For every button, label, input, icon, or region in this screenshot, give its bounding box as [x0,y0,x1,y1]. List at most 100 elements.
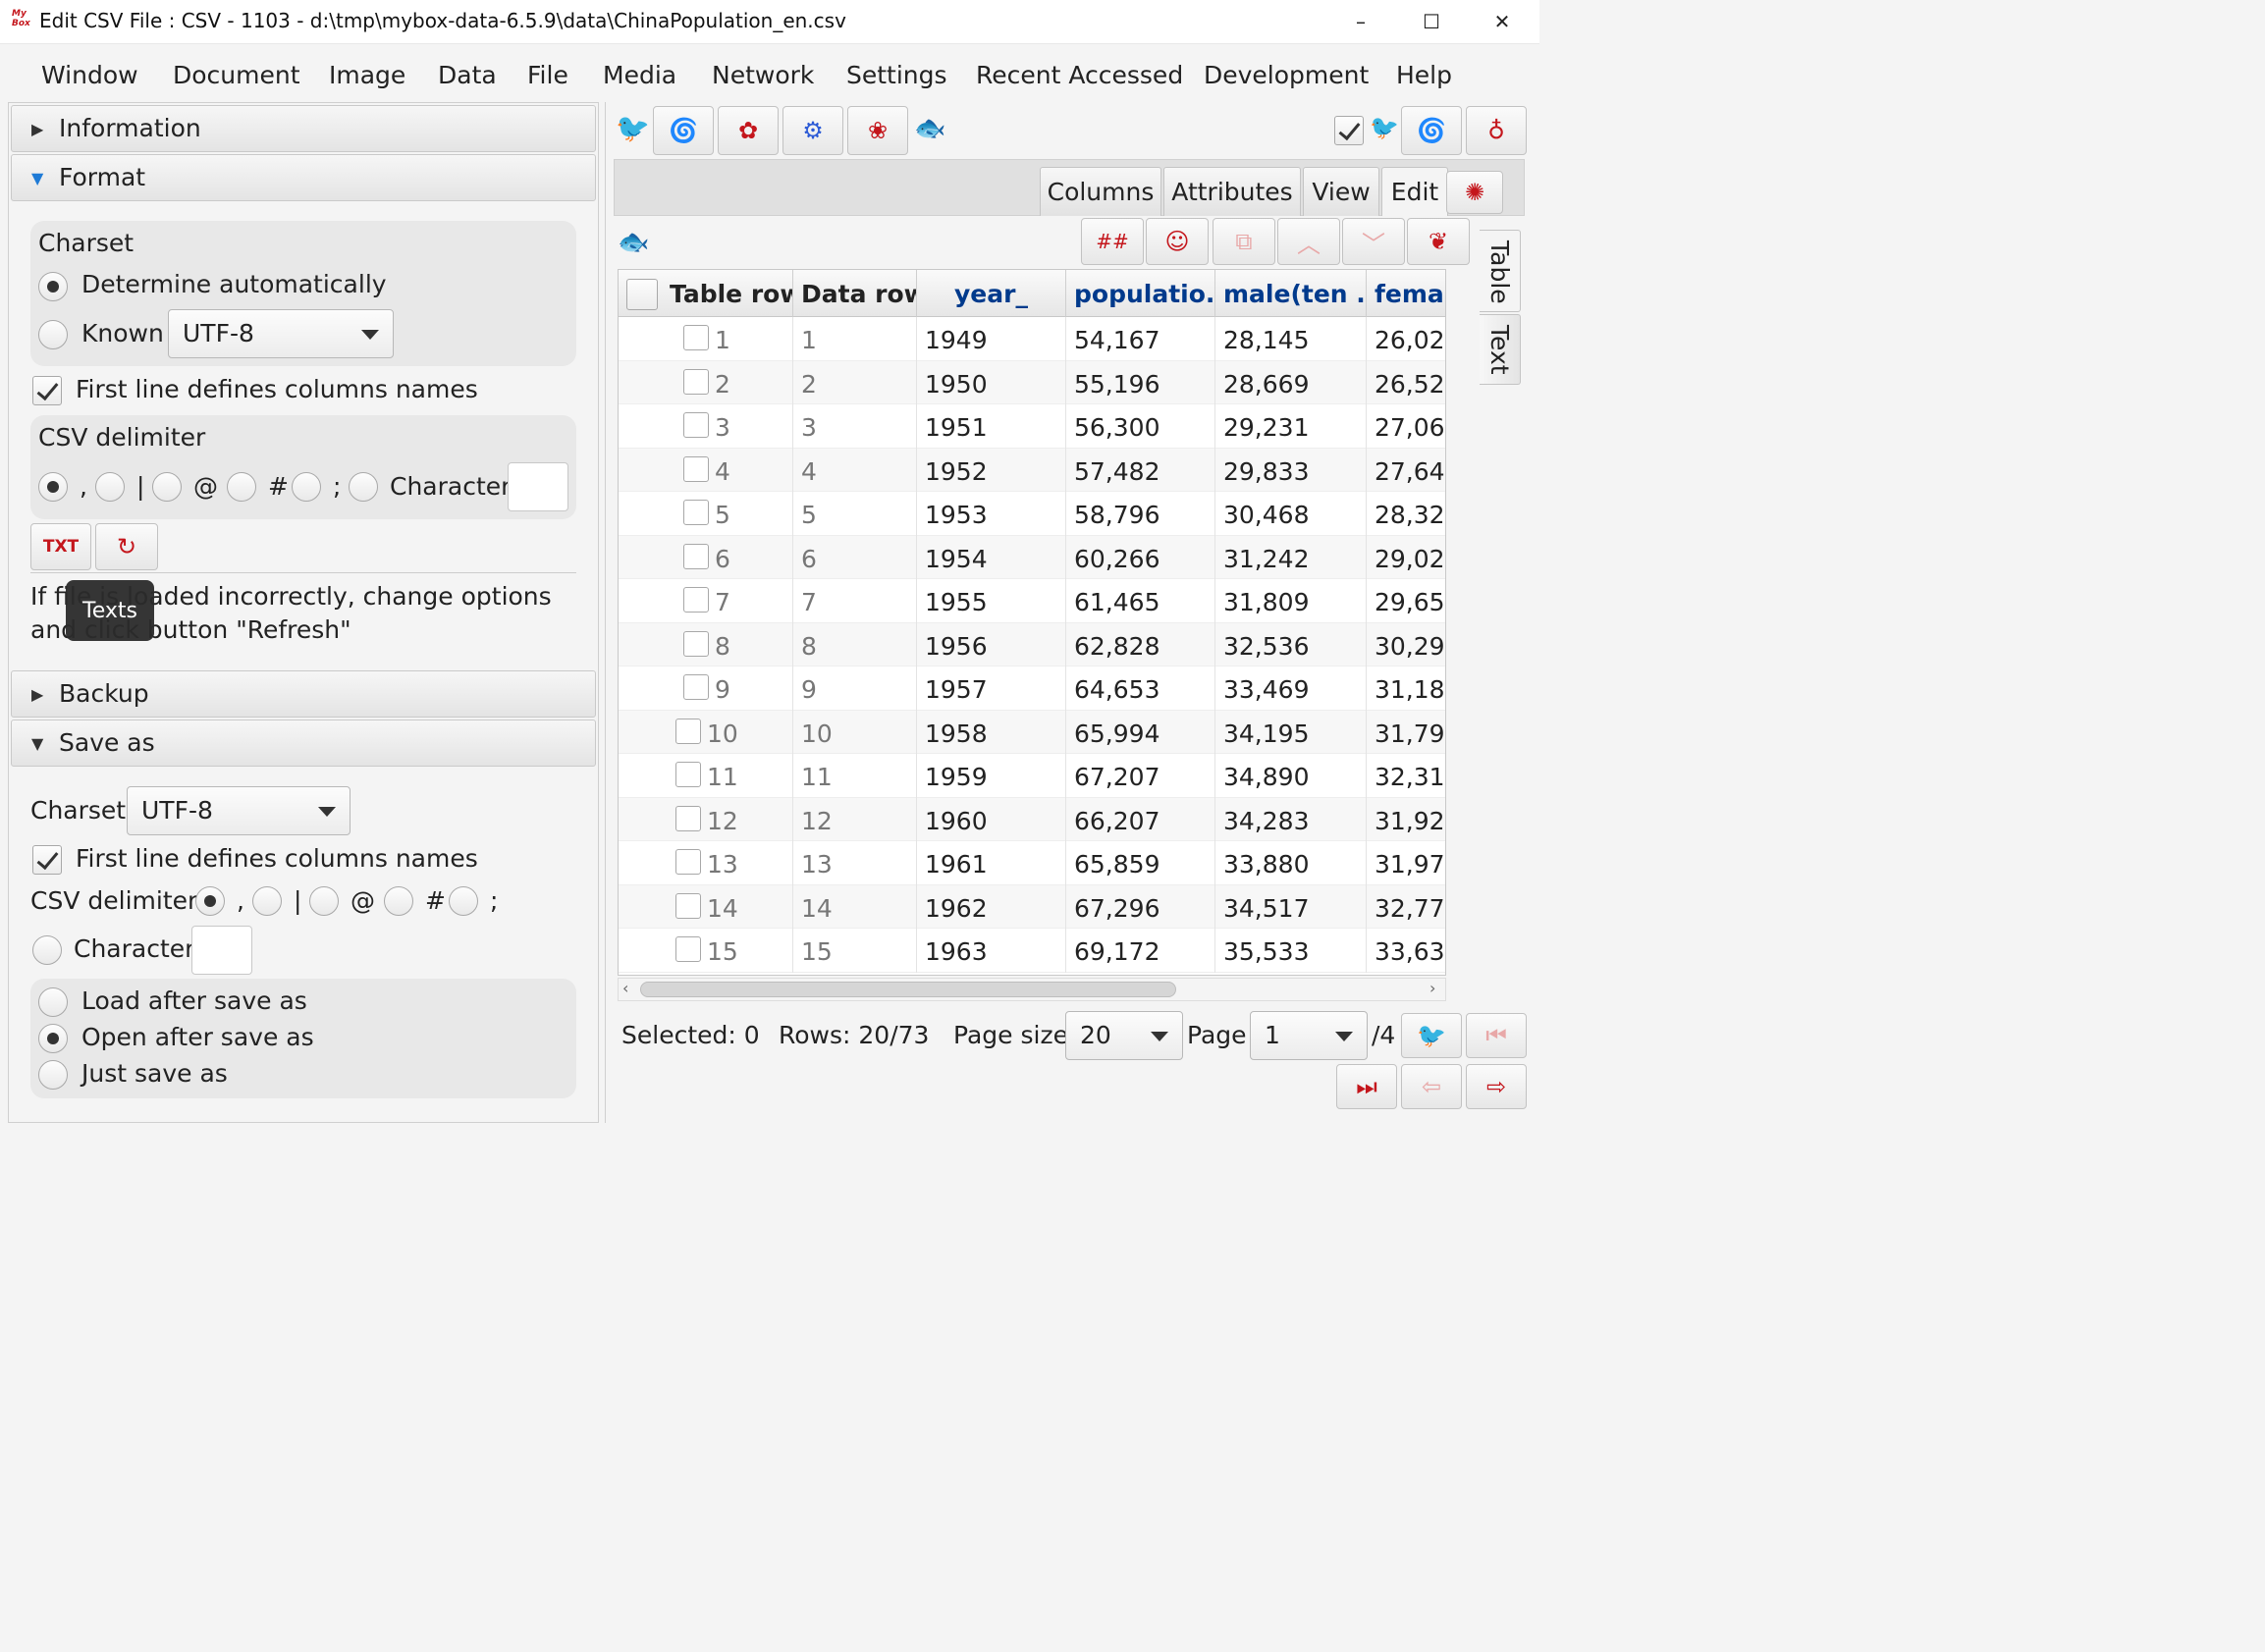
table-cell[interactable]: 27,069 [1367,404,1445,449]
menu-file[interactable]: File [527,61,568,89]
table-cell[interactable]: 31,799 [1367,711,1445,755]
table-cell[interactable]: 31,242 [1215,535,1367,579]
row-checkbox[interactable] [683,630,709,657]
table-cell[interactable]: 34,283 [1215,797,1367,841]
row-checkbox[interactable] [683,368,709,395]
move-down-button[interactable]: ﹀ [1342,218,1405,265]
delimiter-pipe-radio[interactable] [95,472,125,502]
table-cell[interactable]: 32,778 [1367,885,1445,930]
scroll-left-arrow-icon[interactable]: ‹ [622,979,628,997]
row-checkbox[interactable] [683,500,709,525]
save-delimiter-pipe-radio[interactable] [252,886,282,916]
save-delimiter-at-radio[interactable] [309,886,339,916]
row-checkbox[interactable] [675,936,701,962]
tab-attributes[interactable]: Attributes [1163,167,1301,216]
load-after-save-radio[interactable] [38,987,68,1017]
table-cell[interactable]: 34,890 [1215,754,1367,798]
menu-button[interactable]: 🌀 [653,106,714,155]
table-cell[interactable]: 1956 [917,622,1066,666]
table-cell[interactable]: 61,465 [1066,579,1215,623]
data-row-number-cell[interactable]: 3 [793,404,917,449]
table-cell[interactable]: 65,994 [1066,710,1215,754]
delimiter-comma-radio[interactable] [38,472,68,502]
table-cell[interactable]: 1955 [917,579,1066,623]
menu-network[interactable]: Network [712,61,814,89]
add-column-icon[interactable]: + [1445,280,1446,304]
table-cell[interactable]: 54,167 [1066,317,1215,361]
save-delimiter-character-radio[interactable] [32,935,62,965]
just-save-radio[interactable] [38,1060,68,1090]
flower-button[interactable]: ❀ [847,106,908,155]
row-checkbox[interactable] [683,455,709,482]
table-cell[interactable]: 28,328 [1367,492,1445,536]
table-cell[interactable]: 34,195 [1215,710,1367,754]
maximize-button[interactable]: ☐ [1412,6,1451,37]
previous-page-button[interactable]: ⇦ [1401,1064,1462,1109]
save-delimiter-semicolon-radio[interactable] [449,886,478,916]
table-cell[interactable]: 1957 [917,666,1066,711]
table-cell[interactable]: 67,207 [1066,754,1215,798]
table-row[interactable]: 44195257,48229,83327,649 [619,448,1445,492]
table-cell[interactable]: 28,145 [1215,317,1367,361]
known-charset-radio[interactable] [38,320,68,349]
close-button[interactable]: ✕ [1483,6,1522,37]
table-cell[interactable]: 32,317 [1367,754,1445,798]
table-row[interactable]: 1414196267,29634,51732,778 [619,884,1445,930]
panel-toggle-checkbox[interactable] [1334,116,1364,145]
table-cell[interactable]: 65,859 [1066,841,1215,885]
menu-document[interactable]: Document [173,61,300,89]
data-row-number-cell[interactable]: 5 [793,492,917,536]
row-checkbox[interactable] [683,543,709,569]
page-size-select[interactable]: 20 [1065,1011,1183,1060]
swirl-button[interactable]: 🌀 [1401,106,1462,155]
delimiter-hash-radio[interactable] [227,472,256,502]
table-cell[interactable]: 1951 [917,404,1066,449]
move-up-button[interactable]: ︿ [1277,218,1340,265]
row-checkbox[interactable] [683,674,709,700]
table-cell[interactable]: 32,536 [1215,622,1367,666]
save-as-section-header[interactable]: ▼ Save as [11,719,596,767]
column-header-year[interactable]: year_ [917,270,1066,317]
first-page-button[interactable]: ⏮ [1466,1013,1527,1058]
table-cell[interactable]: 31,184 [1367,666,1445,711]
menu-help[interactable]: Help [1396,61,1452,89]
table-cell[interactable]: 66,207 [1066,797,1215,841]
horizontal-scrollbar[interactable]: ‹ › [618,978,1446,1001]
data-row-number-cell[interactable]: 11 [793,754,917,798]
data-row-number-cell[interactable]: 4 [793,448,917,492]
table-cell[interactable]: 31,809 [1215,579,1367,623]
gourd-button[interactable]: ♁ [1466,106,1527,155]
data-row-number-cell[interactable]: 12 [793,797,917,841]
copy-button[interactable]: ⧉ [1213,218,1275,265]
delimiter-semicolon-radio[interactable] [292,472,321,502]
table-cell[interactable]: 1952 [917,448,1066,492]
select-all-checkbox[interactable] [626,279,658,310]
row-checkbox[interactable] [675,762,701,787]
data-row-number-cell[interactable]: 14 [793,884,917,929]
row-checkbox[interactable] [675,718,701,744]
column-header-population[interactable]: populatio... [1066,270,1215,317]
save-delimiter-character-input[interactable] [191,926,252,975]
refresh-button[interactable]: ↻ [95,523,158,570]
settings-button[interactable]: ⚙ [782,106,843,155]
tab-menu-button[interactable]: ✺ [1446,171,1503,214]
tab-edit[interactable]: Edit [1381,167,1448,216]
table-cell[interactable]: 1962 [917,884,1066,929]
table-cell[interactable]: 30,468 [1215,492,1367,536]
table-row[interactable]: 22195055,19628,66926,527 [619,360,1445,404]
table-cell[interactable]: 1963 [917,929,1066,973]
crane-button[interactable]: ❦ [1407,218,1470,265]
row-checkbox[interactable] [675,892,701,919]
table-cell[interactable]: 1950 [917,360,1066,404]
table-cell[interactable]: 33,880 [1215,841,1367,885]
menu-image[interactable]: Image [329,61,405,89]
table-cell[interactable]: 1960 [917,797,1066,841]
table-cell[interactable]: 33,639 [1367,929,1445,973]
scroll-right-arrow-icon[interactable]: › [1429,979,1435,997]
known-charset-select[interactable]: UTF-8 [168,309,394,358]
table-cell[interactable]: 1959 [917,754,1066,798]
last-page-button[interactable]: ⏭ [1336,1064,1397,1109]
table-cell[interactable]: 29,656 [1367,579,1445,623]
table-cell[interactable]: 69,172 [1066,929,1215,973]
table-row[interactable]: 55195358,79630,46828,328 [619,492,1445,536]
